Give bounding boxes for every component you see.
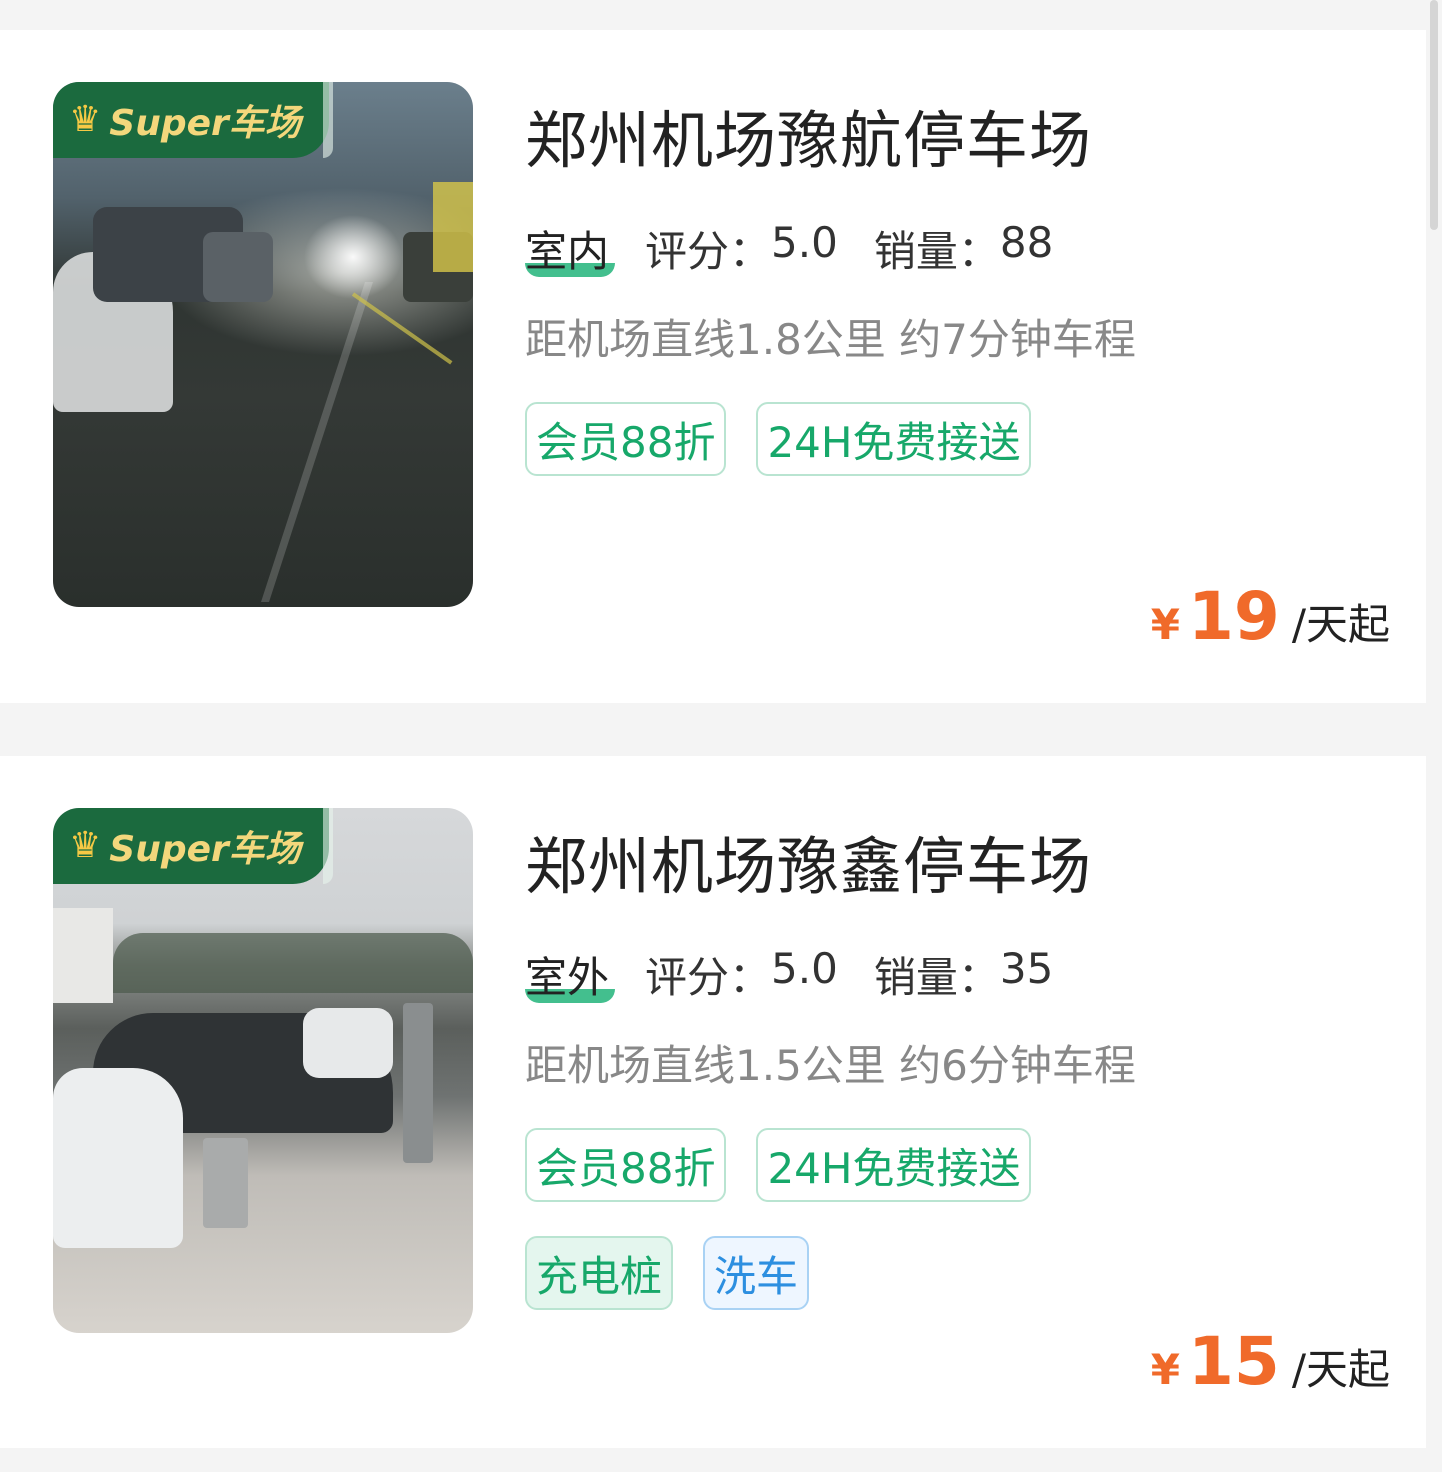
- tag-car-wash: 洗车: [703, 1236, 810, 1310]
- parking-lot-photo: ♛ Super车场: [53, 82, 473, 607]
- currency-symbol: ¥: [1150, 1345, 1180, 1394]
- promo-tags: 会员88折 24H免费接送: [525, 1128, 1032, 1202]
- parking-lot-photo: ♛ Super车场: [53, 808, 473, 1333]
- tag-member-discount: 会员88折: [525, 402, 727, 476]
- currency-symbol: ¥: [1150, 600, 1180, 649]
- tag-charging-station: 充电桩: [525, 1236, 674, 1310]
- crown-icon: ♛: [69, 99, 102, 140]
- price: ¥ 15 /天起: [1151, 1323, 1390, 1400]
- parking-lot-name: 郑州机场豫航停车场: [525, 104, 1093, 177]
- crown-icon: ♛: [69, 825, 102, 866]
- rating-value: 5.0: [771, 944, 838, 993]
- parking-lot-name: 郑州机场豫鑫停车场: [525, 830, 1093, 903]
- tag-free-shuttle: 24H免费接送: [756, 402, 1032, 476]
- service-tags: 充电桩 洗车: [525, 1236, 810, 1310]
- badge-label: Super车场: [109, 829, 301, 870]
- environment-label: 室内: [525, 218, 616, 279]
- super-parking-badge: ♛ Super车场: [53, 82, 333, 158]
- sales-label: 销量：: [873, 953, 1000, 1002]
- promo-tags: 会员88折 24H免费接送: [525, 402, 1032, 476]
- rating-label: 评分：: [645, 227, 772, 276]
- badge-label: Super车场: [109, 103, 301, 144]
- rating-value: 5.0: [771, 218, 838, 267]
- price-unit: /天起: [1291, 1345, 1390, 1394]
- parking-lot-meta: 室外 评分： 5.0 销量： 35: [525, 944, 1053, 1005]
- price-value: 15: [1187, 1323, 1280, 1400]
- environment-label: 室外: [525, 944, 616, 1005]
- parking-lot-card[interactable]: ♛ Super车场 郑州机场豫航停车场 室内 评分： 5.0 销量： 88 距机…: [0, 30, 1426, 703]
- tag-member-discount: 会员88折: [525, 1128, 727, 1202]
- sales-value: 35: [999, 944, 1054, 993]
- rating-label: 评分：: [645, 953, 772, 1002]
- parking-lot-card[interactable]: ♛ Super车场 郑州机场豫鑫停车场 室外 评分： 5.0 销量： 35 距机…: [0, 756, 1426, 1448]
- price-value: 19: [1187, 578, 1280, 655]
- distance-info: 距机场直线1.5公里 约6分钟车程: [525, 1041, 1136, 1090]
- super-parking-badge: ♛ Super车场: [53, 808, 333, 884]
- price: ¥ 19 /天起: [1151, 578, 1390, 655]
- parking-lot-meta: 室内 评分： 5.0 销量： 88: [525, 218, 1053, 279]
- scrollbar[interactable]: [1430, 0, 1438, 230]
- sales-label: 销量：: [873, 227, 1000, 276]
- distance-info: 距机场直线1.8公里 约7分钟车程: [525, 315, 1136, 364]
- sales-value: 88: [999, 218, 1054, 267]
- price-unit: /天起: [1291, 600, 1390, 649]
- tag-free-shuttle: 24H免费接送: [756, 1128, 1032, 1202]
